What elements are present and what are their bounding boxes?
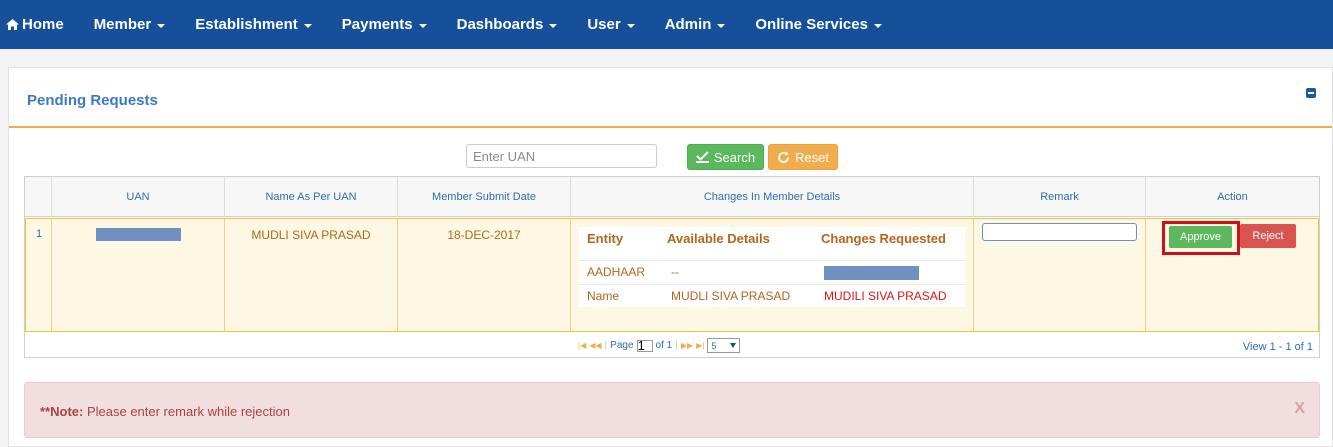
action-cell: Approve Reject <box>1146 219 1320 331</box>
approve-button[interactable]: Approve <box>1169 226 1232 248</box>
first-page-icon[interactable]: |◀ <box>578 341 586 350</box>
grid-pager: |◀ ◀◀ | Page of 1 | ▶▶ ▶| 5 View 1 - 1 o… <box>25 333 1319 357</box>
search-button[interactable]: Search <box>687 144 764 170</box>
available-aadhaar: -- <box>671 265 679 279</box>
row-number: 1 <box>26 219 52 331</box>
name-cell: MUDLI SIVA PRASAD <box>225 219 398 331</box>
page-of-label: of 1 <box>655 340 673 351</box>
col-uan[interactable]: UAN <box>52 177 225 217</box>
nav-member-label: Member <box>93 16 152 33</box>
nav-establishment[interactable]: Establishment <box>180 0 327 49</box>
changes-header-available: Available Details <box>667 231 770 246</box>
panel-header: Pending Requests <box>9 68 1332 128</box>
nav-online-services[interactable]: Online Services <box>740 0 897 49</box>
close-icon[interactable]: X <box>1294 400 1305 418</box>
collapse-icon[interactable] <box>1306 88 1316 98</box>
note-text: **Note: Please enter remark while reject… <box>40 404 290 419</box>
uan-search-input[interactable] <box>466 144 657 168</box>
entity-aadhaar: AADHAAR <box>587 265 646 279</box>
uan-cell <box>52 219 225 331</box>
requests-grid: UAN Name As Per UAN Member Submit Date C… <box>24 176 1320 358</box>
nav-home-label: Home <box>22 16 64 33</box>
requested-name: MUDILI SIVA PRASAD <box>824 289 947 303</box>
page-number-input[interactable] <box>636 339 653 352</box>
caret-down-icon <box>717 23 726 28</box>
nav-user-label: User <box>587 16 621 33</box>
changes-cell: Entity Available Details Changes Request… <box>571 219 974 331</box>
nav-user[interactable]: User <box>572 0 649 49</box>
caret-down-icon <box>418 23 427 28</box>
page-size-select[interactable]: 5 <box>707 338 741 353</box>
reject-button[interactable]: Reject <box>1240 224 1296 248</box>
nav-member[interactable]: Member <box>79 0 181 49</box>
note-message: Please enter remark while rejection <box>83 404 290 419</box>
pager-separator: | <box>604 340 608 351</box>
available-name: MUDLI SIVA PRASAD <box>671 289 791 303</box>
changes-detail-table: Entity Available Details Changes Request… <box>579 227 965 307</box>
changes-row-aadhaar: AADHAAR -- <box>579 261 965 285</box>
caret-down-icon <box>303 23 312 28</box>
col-remark[interactable]: Remark <box>974 177 1146 217</box>
last-page-icon[interactable]: ▶| <box>696 341 704 350</box>
nav-establishment-label: Establishment <box>195 16 298 33</box>
page-label: Page <box>610 340 634 351</box>
prev-page-icon[interactable]: ◀◀ <box>589 341 601 350</box>
changes-header-row: Entity Available Details Changes Request… <box>579 227 965 261</box>
caret-down-icon <box>873 23 882 28</box>
changes-header-entity: Entity <box>587 231 624 246</box>
nav-home[interactable]: Home <box>0 0 79 49</box>
requested-aadhaar <box>824 266 919 283</box>
caret-down-icon <box>157 23 166 28</box>
entity-name: Name <box>587 289 620 303</box>
nav-dashboards[interactable]: Dashboards <box>442 0 573 49</box>
redacted-aadhaar <box>824 266 919 280</box>
date-cell: 18-DEC-2017 <box>398 219 571 331</box>
nav-payments[interactable]: Payments <box>327 0 442 49</box>
rejection-note-alert: **Note: Please enter remark while reject… <box>24 382 1320 438</box>
remark-cell <box>974 219 1146 331</box>
pending-requests-panel: Pending Requests Search Reset UAN Name A… <box>8 67 1333 447</box>
pager-separator: | <box>675 340 678 351</box>
col-rownum <box>25 177 52 217</box>
refresh-icon <box>777 151 790 164</box>
nav-payments-label: Payments <box>341 16 413 33</box>
nav-dashboards-label: Dashboards <box>456 16 544 33</box>
nav-online-services-label: Online Services <box>755 16 868 33</box>
col-submit-date[interactable]: Member Submit Date <box>398 177 571 217</box>
panel-title: Pending Requests <box>27 92 158 109</box>
table-row: 1 MUDLI SIVA PRASAD 18-DEC-2017 Entity A… <box>25 218 1319 332</box>
changes-row-name: Name MUDLI SIVA PRASAD MUDILI SIVA PRASA… <box>579 285 965 309</box>
col-changes[interactable]: Changes In Member Details <box>571 177 974 217</box>
dropdown-arrow-icon <box>730 343 737 348</box>
caret-down-icon <box>549 23 558 28</box>
nav-admin[interactable]: Admin <box>650 0 741 49</box>
search-button-label: Search <box>713 149 756 165</box>
nav-admin-label: Admin <box>664 16 712 33</box>
page-size-value: 5 <box>711 340 717 351</box>
caret-down-icon <box>626 23 635 28</box>
note-prefix: **Note: <box>40 404 84 419</box>
col-name[interactable]: Name As Per UAN <box>225 177 398 217</box>
reset-button[interactable]: Reset <box>768 144 838 170</box>
redacted-uan <box>95 228 181 241</box>
search-check-icon <box>695 151 709 163</box>
home-icon <box>6 19 19 30</box>
pager-controls: |◀ ◀◀ | Page of 1 | ▶▶ ▶| 5 <box>578 338 741 353</box>
col-action[interactable]: Action <box>1146 177 1319 217</box>
next-page-icon[interactable]: ▶▶ <box>681 341 693 350</box>
grid-header: UAN Name As Per UAN Member Submit Date C… <box>25 177 1319 217</box>
reset-button-label: Reset <box>795 149 829 165</box>
top-navbar: Home Member Establishment Payments Dashb… <box>0 0 1333 49</box>
changes-header-requested: Changes Requested <box>821 231 946 246</box>
remark-input[interactable] <box>982 223 1137 241</box>
view-records-info: View 1 - 1 of 1 <box>1242 341 1313 353</box>
